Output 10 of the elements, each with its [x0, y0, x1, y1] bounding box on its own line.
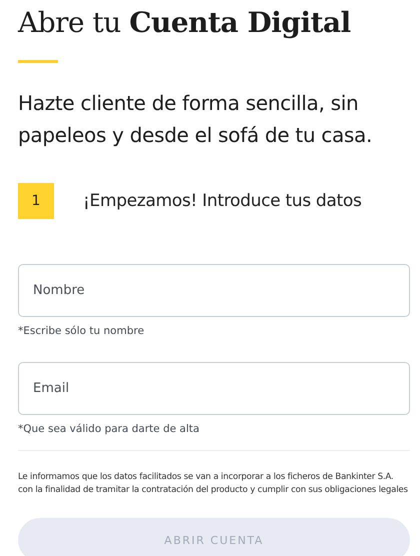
subtitle: Hazte cliente de forma sencilla, sin papeleos y desde el sofá de tu casa.	[18, 90, 374, 149]
step-number: 1	[18, 183, 54, 219]
field-hint: *Que sea válido para darte de alta	[18, 423, 200, 435]
input-field[interactable]: Nombre	[18, 264, 410, 317]
accent-rule	[18, 60, 58, 63]
step-label: ¡Empezamos! Introduce tus datos	[83, 191, 362, 211]
field-hint: *Escribe sólo tu nombre	[18, 325, 146, 337]
legal-notice: Le informamos que los datos facilitados se van a incorporar a los ficheros de Bankinter S.A. con la finalidad de tramitar la contratación del producto y cumplir con sus obligaciones legales	[18, 471, 409, 497]
page-title: Abre tu Cuenta Digital	[18, 5, 352, 41]
input-field[interactable]: Email	[18, 362, 410, 415]
